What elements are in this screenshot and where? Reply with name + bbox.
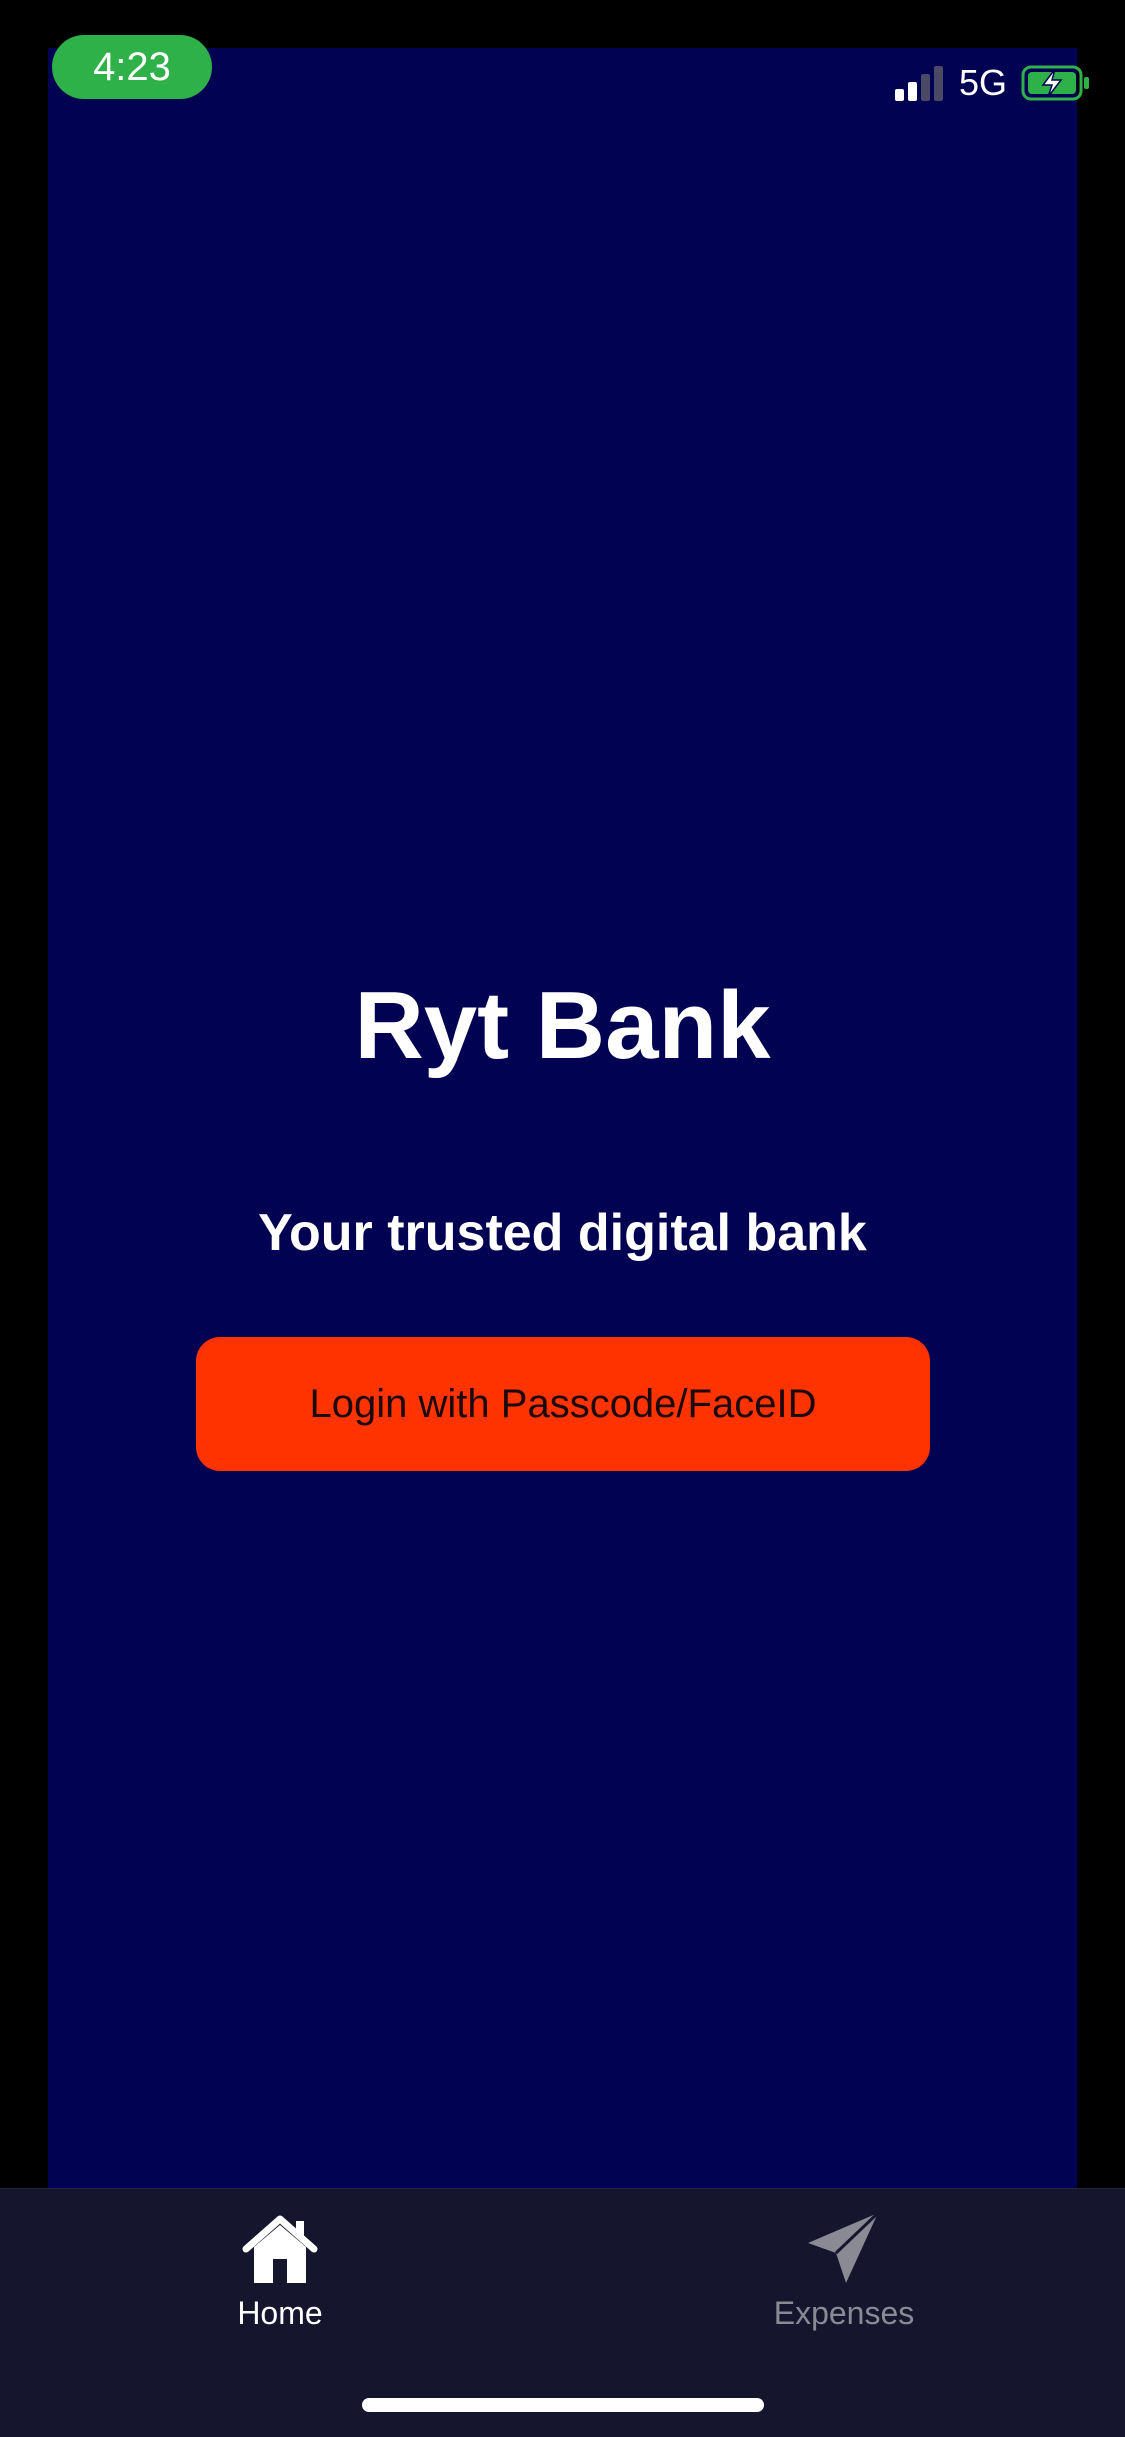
app-background bbox=[48, 48, 1077, 2188]
battery-charging-icon bbox=[1021, 65, 1089, 101]
login-button[interactable]: Login with Passcode/FaceID bbox=[196, 1337, 930, 1471]
status-indicators: 5G bbox=[893, 58, 1091, 108]
network-type-label: 5G bbox=[958, 62, 1007, 103]
status-time[interactable]: 4:23 bbox=[52, 35, 212, 99]
tagline: Your trusted digital bank bbox=[258, 1204, 867, 1262]
tab-expenses-label: Expenses bbox=[773, 2295, 915, 2331]
paper-plane-icon bbox=[808, 2211, 880, 2283]
tab-expenses[interactable]: Expenses bbox=[714, 2211, 974, 2341]
page-title: Ryt Bank bbox=[354, 972, 771, 1079]
home-icon bbox=[242, 2215, 318, 2283]
home-indicator[interactable] bbox=[362, 2398, 764, 2412]
app-screen: 4:23 5G Ryt Bank Your trusted digital ba… bbox=[0, 0, 1125, 2437]
tab-home[interactable]: Home bbox=[150, 2211, 410, 2341]
signal-icon bbox=[894, 66, 943, 101]
tab-home-label: Home bbox=[237, 2295, 323, 2331]
